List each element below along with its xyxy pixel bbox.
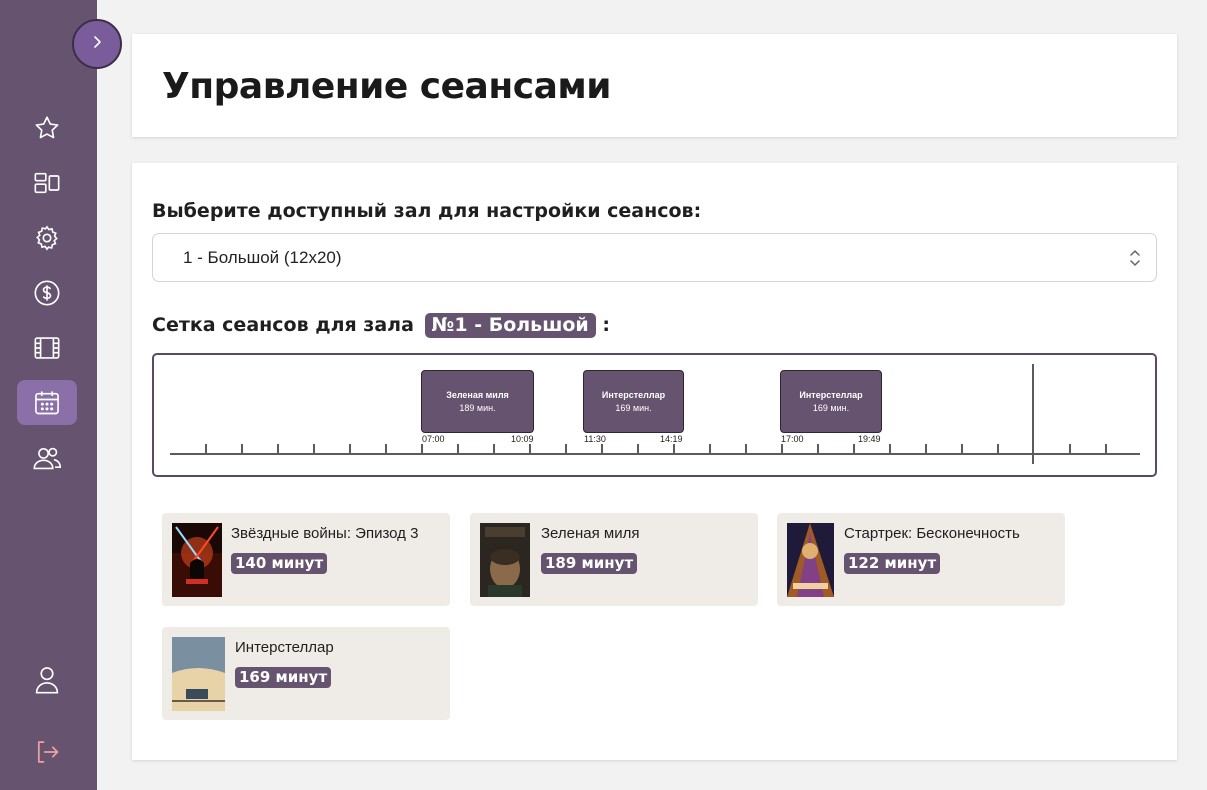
timeline-tick [997, 444, 999, 454]
timeline-tick [565, 444, 567, 454]
calendar-icon [33, 389, 61, 417]
timeline-tick [529, 444, 531, 454]
film-icon [33, 334, 61, 362]
movie-title: Зеленая миля [541, 525, 640, 542]
timeline-tick [1069, 444, 1071, 454]
session-block[interactable]: Интерстеллар 169 мин. [780, 370, 882, 433]
timeline-tick [709, 444, 711, 454]
logout-icon [33, 738, 61, 766]
nav-profile[interactable] [17, 657, 77, 702]
movie-duration: 140 минут [231, 553, 328, 574]
timeline-tick [349, 444, 351, 454]
timeline-tick [385, 444, 387, 454]
movie-title: Стартрек: Бесконечность [844, 525, 1020, 542]
page-header: Управление сеансами [132, 34, 1177, 137]
movie-card[interactable]: Стартрек: Бесконечность 122 минут [777, 513, 1065, 606]
movie-duration: 122 минут [844, 553, 941, 574]
nav-favorites[interactable] [17, 105, 77, 150]
sessions-panel: Выберите доступный зал для настройки сеа… [132, 163, 1177, 760]
movie-title: Звёздные войны: Эпизод 3 [231, 525, 419, 542]
session-start-time: 07:00 [422, 434, 445, 444]
grid-label-suffix: : [602, 314, 610, 336]
timeline-tick [205, 444, 207, 454]
timeline-tick [601, 444, 603, 454]
session-start-time: 17:00 [781, 434, 804, 444]
session-title: Зеленая миля [446, 390, 509, 400]
session-end-time: 14:19 [660, 434, 683, 444]
timeline-end-marker [1032, 364, 1034, 464]
timeline-axis [170, 453, 1140, 455]
timeline-tick [853, 444, 855, 454]
hall-badge: №1 - Большой [424, 313, 596, 338]
timeline-tick [421, 444, 423, 454]
movie-title: Интерстеллар [235, 639, 334, 656]
halls-layout-icon [33, 169, 61, 197]
movie-poster [172, 523, 222, 597]
timeline-tick [1105, 444, 1107, 454]
nav-halls[interactable] [17, 160, 77, 205]
timeline-tick [961, 444, 963, 454]
hall-select-value: 1 - Большой (12x20) [183, 248, 342, 267]
timeline-tick [817, 444, 819, 454]
timeline-tick [493, 444, 495, 454]
session-end-time: 10:09 [511, 434, 534, 444]
timeline-tick [277, 444, 279, 454]
session-title: Интерстеллар [799, 390, 863, 400]
session-duration: 169 мин. [615, 403, 652, 413]
session-block[interactable]: Зеленая миля 189 мин. [421, 370, 534, 433]
user-icon [33, 665, 61, 695]
session-timeline[interactable]: Зеленая миля 189 мин. 07:00 10:09 Интерс… [152, 353, 1157, 477]
timeline-tick [889, 444, 891, 454]
timeline-tick [925, 444, 927, 454]
movie-duration: 189 минут [541, 553, 638, 574]
chevron-right-icon [89, 34, 105, 55]
chevron-updown-icon [1128, 247, 1142, 274]
timeline-tick [241, 444, 243, 454]
movie-duration: 169 минут [235, 667, 332, 688]
session-end-time: 19:49 [858, 434, 881, 444]
nav-sessions[interactable] [17, 380, 77, 425]
timeline-tick [313, 444, 315, 454]
nav-settings[interactable] [17, 215, 77, 260]
timeline-tick [781, 444, 783, 454]
timeline-tick [673, 444, 675, 454]
nav-users[interactable] [17, 435, 77, 480]
nav-logout[interactable] [17, 729, 77, 774]
timeline-tick [745, 444, 747, 454]
nav-prices[interactable] [17, 270, 77, 315]
star-icon [33, 114, 61, 142]
session-title: Интерстеллар [601, 390, 666, 400]
hall-select[interactable]: 1 - Большой (12x20) [152, 233, 1157, 282]
timeline-tick [457, 444, 459, 454]
dollar-icon [33, 279, 61, 307]
movie-card[interactable]: Звёздные войны: Эпизод 3 140 минут [162, 513, 450, 606]
grid-label-text: Сетка сеансов для зала [152, 314, 414, 336]
timeline-tick [637, 444, 639, 454]
page-title: Управление сеансами [162, 66, 612, 107]
session-duration: 169 мин. [812, 403, 850, 413]
nav-movies[interactable] [17, 325, 77, 370]
session-start-time: 11:30 [584, 434, 606, 444]
movie-poster [172, 637, 225, 711]
sidebar [0, 0, 97, 790]
movie-card[interactable]: Зеленая миля 189 минут [470, 513, 758, 606]
session-block[interactable]: Интерстеллар 169 мин. [583, 370, 684, 433]
hall-select-label: Выберите доступный зал для настройки сеа… [152, 200, 702, 222]
movie-poster [787, 523, 834, 597]
grid-label: Сетка сеансов для зала №1 - Большой : [152, 313, 610, 338]
movie-poster [480, 523, 530, 597]
users-icon [32, 444, 62, 472]
session-duration: 189 мин. [459, 403, 496, 413]
gear-icon [33, 224, 61, 252]
movie-card[interactable]: Интерстеллар 169 минут [162, 627, 450, 720]
sidebar-toggle-button[interactable] [72, 19, 122, 69]
